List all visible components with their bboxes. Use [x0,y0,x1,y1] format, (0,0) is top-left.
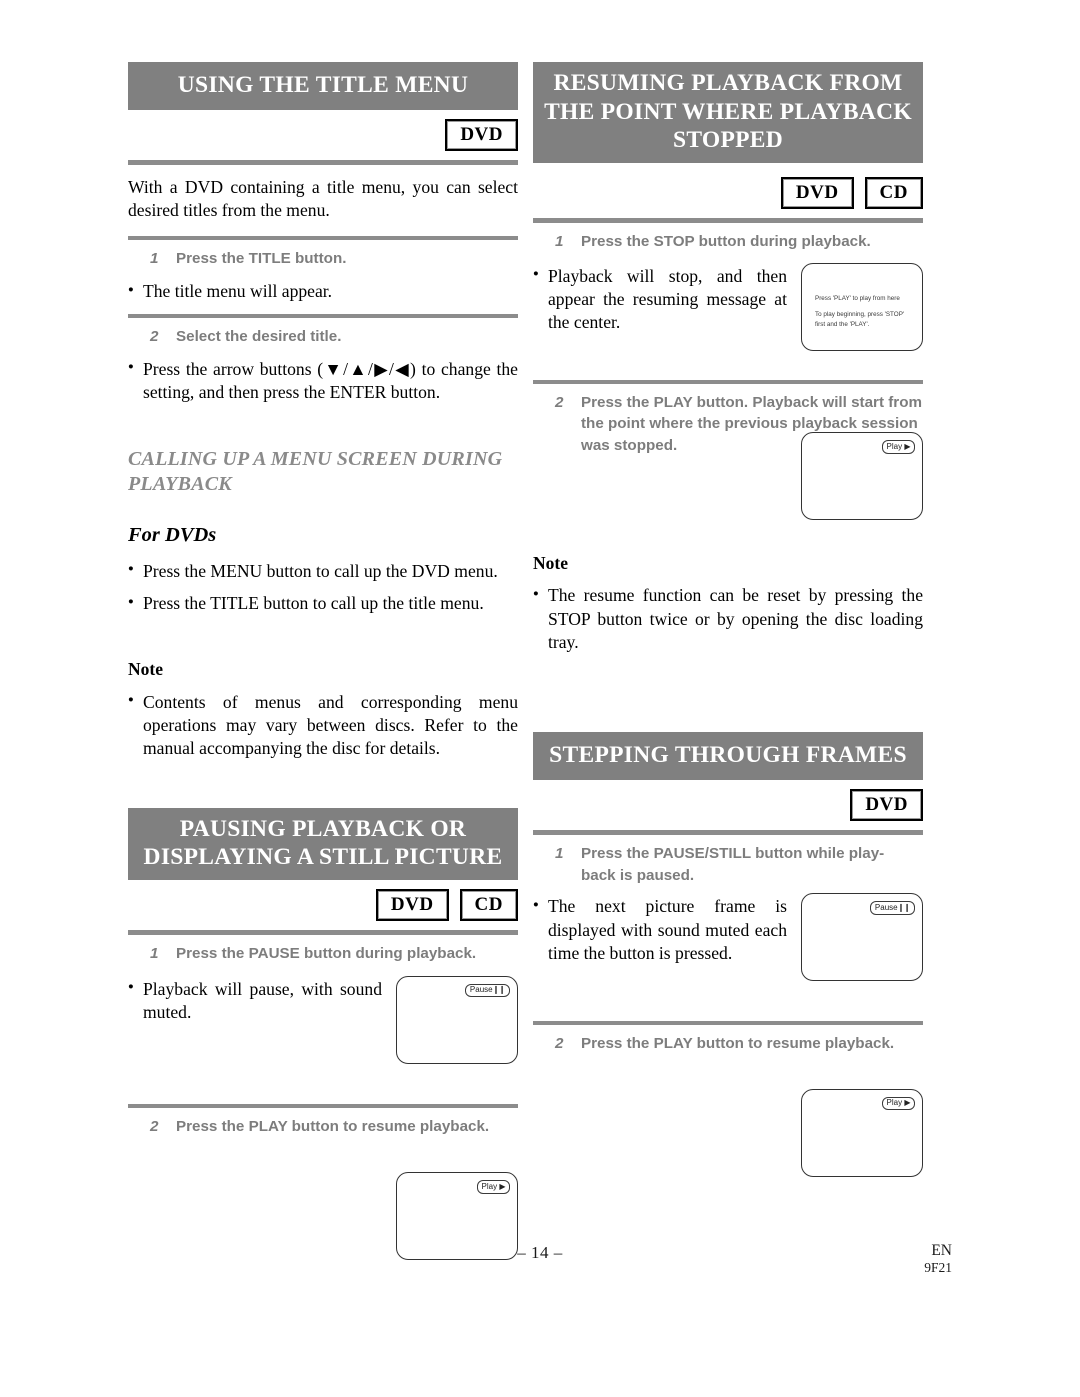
section-heading-using-title-menu: USING THE TITLE MENU [128,62,518,110]
disc-badges-stepping: DVD [533,789,923,822]
step-number: 2 [555,1035,564,1053]
note-text: The resume function can be reset by pres… [533,584,923,654]
step-2-pausing: 2 Press the PLAY button to resume playba… [128,1108,518,1144]
intro-paragraph: With a DVD containing a title menu, you … [128,176,518,221]
step-number: 2 [555,393,564,411]
dvd-menu-bullet-2: Press the TITLE button to call up the ti… [128,592,518,615]
tv-screen-play: Play ▶ [801,432,923,521]
step-number: 1 [555,845,564,863]
section-heading-resuming-playback: RESUMING PLAYBACK FROM THE POINT WHERE P… [533,62,923,163]
step-text: Press the PAUSE button during playback. [176,945,477,963]
disc-badge-dvd: DVD [850,789,923,822]
pausing-illustration-row: Playback will pause, with sound muted. P… [128,974,518,1064]
osd-play-label: Play [886,441,903,451]
step-1-bullet: Playback will pause, with sound muted. [128,978,382,1025]
step-1-pausing: 1 Press the PAUSE button during playback… [128,935,518,971]
disc-badges-pausing: DVD CD [128,889,518,922]
osd-play-label: Play [886,1098,903,1108]
section-heading-pausing-playback: PAUSING PLAYBACK OR DISPLAYING A STILL P… [128,807,518,881]
section-heading-stepping-frames: STEPPING THROUGH FRAMES [533,732,923,781]
page-number: – 14 – [517,1243,563,1262]
dvd-menu-bullet-1: Press the MENU button to call up the DVD… [128,560,518,583]
step-number: 2 [150,1117,159,1135]
play-icon: ▶ [904,1098,910,1108]
pause-icon: ❙❙ [897,902,911,912]
disc-badge-cd: CD [459,889,518,922]
step-1-bullet: Playback will stop, and then appear the … [533,265,787,335]
step-text: Press the PAUSE/STILL button while play-… [581,845,885,884]
step-text: Select the desired title. [176,328,342,346]
disc-badge-dvd: DVD [780,176,854,209]
osd-play-badge: Play ▶ [881,1096,915,1111]
play-icon: ▶ [904,441,910,451]
stepping-resume-illustration-row: Play ▶ [533,1088,923,1177]
step-number: 1 [150,250,159,268]
step-number: 2 [150,328,159,346]
osd-message-line-1: Press 'PLAY' to play from here [815,294,900,302]
stepping-illustration-row: The next picture frame is displayed with… [533,891,923,982]
disc-badges-title-menu: DVD [128,118,518,151]
resuming-illustration-row: Playback will stop, and then appear the … [533,261,923,351]
step-1-bullet: The title menu will appear. [128,280,518,303]
osd-pause-badge: Pause❙❙ [464,983,510,998]
disc-badge-cd: CD [864,176,923,209]
osd-pause-label: Pause [469,985,493,995]
step-1-title-menu: 1 Press the TITLE button. [128,240,518,276]
step-text: Press the TITLE button. [176,250,347,268]
step-2-bullet: Press the arrow buttons (▼/▲/▶/◀) to cha… [128,358,518,405]
step-1-bullet: The next picture frame is displayed with… [533,895,787,965]
disc-badge-dvd: DVD [445,118,518,151]
language-code: EN [931,1242,952,1259]
step-1-resuming: 1 Press the STOP button during playback. [533,223,923,259]
step-2-title-menu: 2 Select the desired title. [128,318,518,354]
tv-screen-play: Play ▶ [801,1088,923,1177]
step-text: Press the PLAY button to resume playback… [176,1117,490,1135]
divider-rule [128,159,518,165]
subsection-heading-calling-up-menu: CALLING UP A MENU SCREEN DURING PLAYBACK [128,447,503,495]
disc-badges-resuming: DVD CD [533,176,923,209]
note-text: Contents of menus and corresponding menu… [128,691,518,761]
note-label: Note [533,553,568,574]
osd-message-line-2: To play beginning, press 'STOP' first an… [815,310,905,328]
osd-play-label: Play [481,1181,498,1191]
osd-play-badge: Play ▶ [476,1180,510,1194]
play-icon: ▶ [499,1181,505,1191]
note-label: Note [128,658,163,679]
osd-pause-badge: Pause❙❙ [869,901,915,915]
for-dvds-label: For DVDs [128,523,217,546]
step-text: Press the STOP button during playback. [581,232,871,250]
pause-icon: ❙❙ [492,985,506,995]
manual-page: USING THE TITLE MENU DVD With a DVD cont… [0,0,1080,1397]
right-column: RESUMING PLAYBACK FROM THE POINT WHERE P… [533,62,923,1177]
step-text: Press the PLAY button to resume playback… [581,1035,895,1053]
step-2-stepping: 2 Press the PLAY button to resume playba… [533,1025,923,1061]
left-column: USING THE TITLE MENU DVD With a DVD cont… [128,62,518,1261]
tv-screen-resume-message: Press 'PLAY' to play from here To play b… [801,262,923,351]
tv-screen-pause: Pause❙❙ [801,893,923,982]
step-1-stepping: 1 Press the PAUSE/STILL button while pla… [533,835,923,886]
osd-pause-label: Pause [874,902,898,912]
disc-badge-dvd: DVD [375,889,449,922]
step-number: 1 [555,232,564,250]
tv-screen-pause: Pause❙❙ [396,975,518,1064]
osd-resume-message: Press 'PLAY' to play from here To play b… [815,294,912,330]
document-code: 9F21 [924,1260,952,1276]
footer-codes: EN 9F21 [924,1241,952,1277]
osd-play-badge: Play ▶ [881,440,915,454]
step-number: 1 [150,945,159,963]
